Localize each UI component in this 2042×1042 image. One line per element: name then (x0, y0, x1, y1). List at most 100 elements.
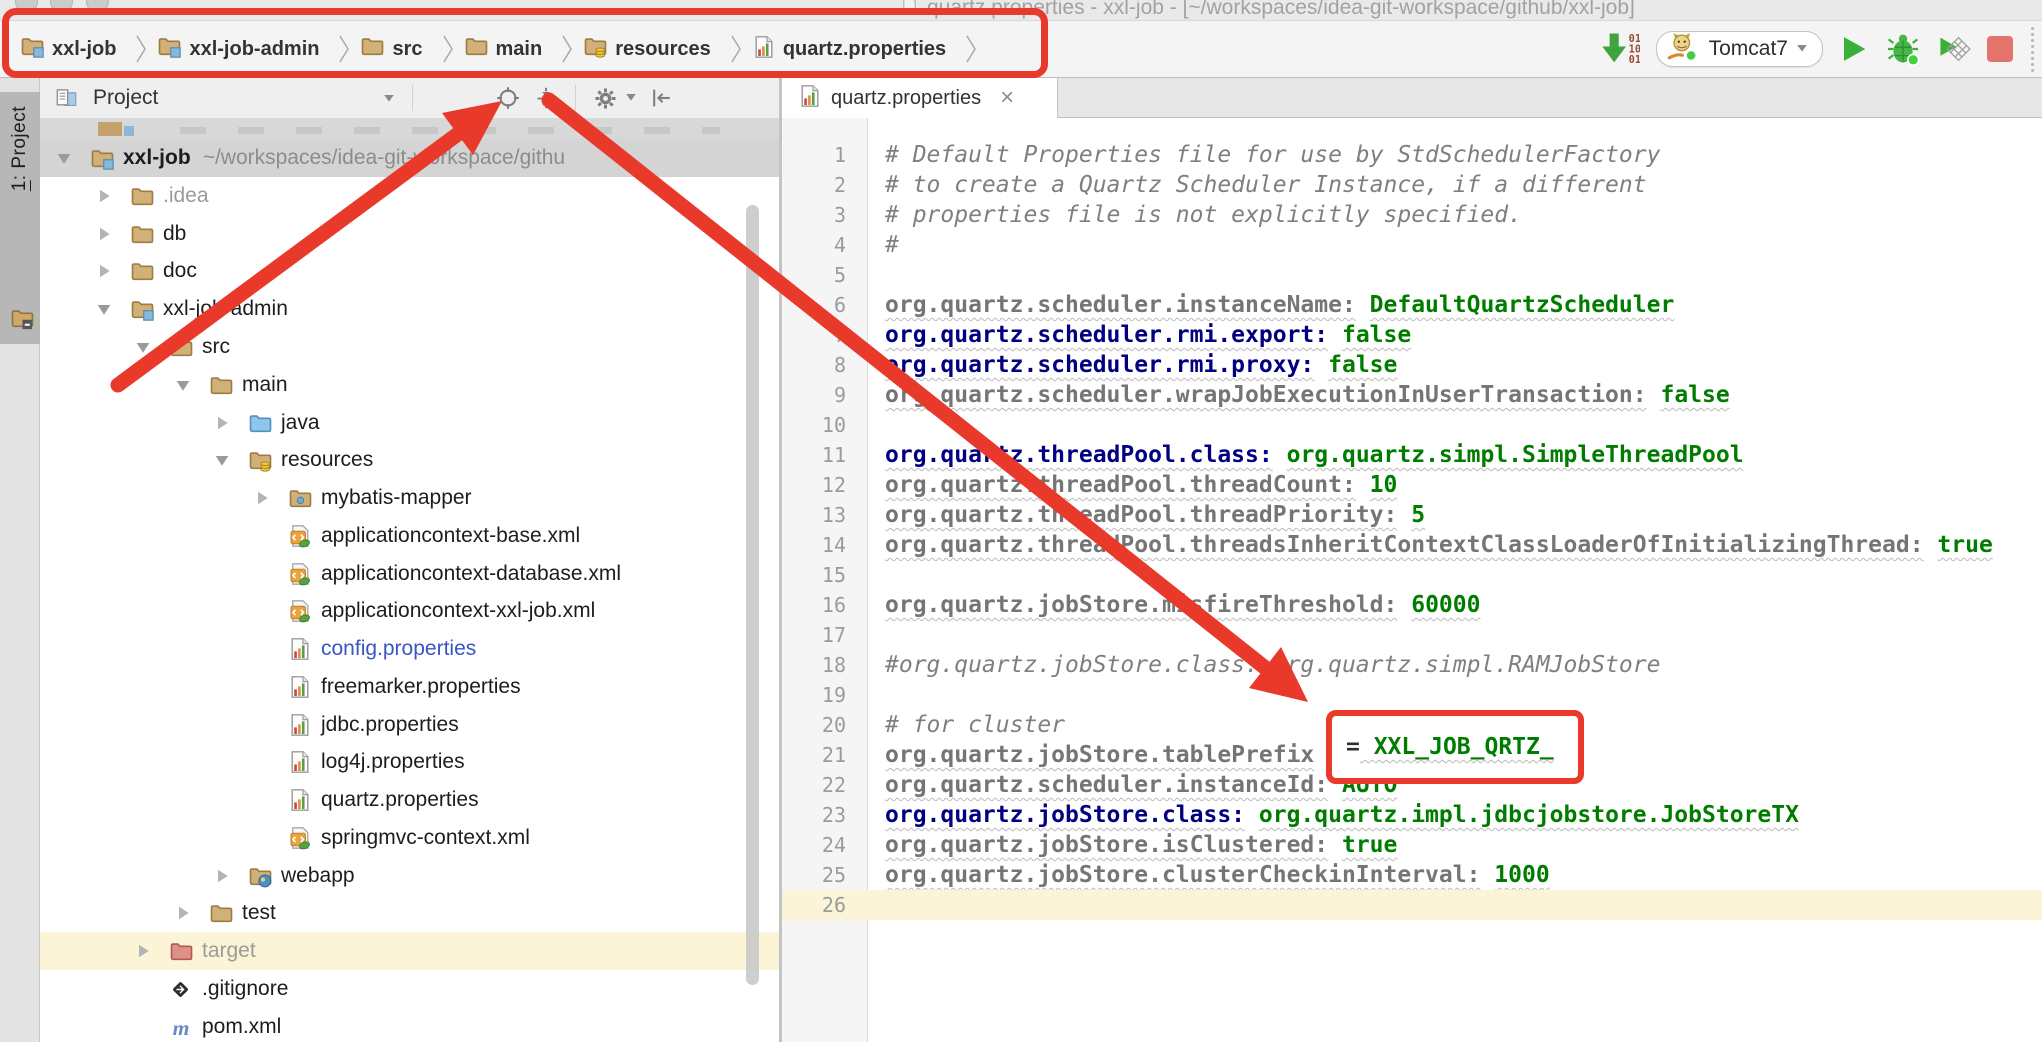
folder-icon (209, 894, 234, 932)
locate-file-button[interactable] (489, 86, 527, 110)
vcs-update-button[interactable]: 011001 (1599, 31, 1640, 68)
code-line-10[interactable]: 10 (782, 410, 2042, 440)
code-line-11[interactable]: 11org.quartz.threadPool.class: org.quart… (782, 440, 2042, 470)
hide-panel-button[interactable] (643, 86, 681, 110)
chevron-expanded-icon[interactable] (214, 441, 230, 479)
tree-item-java[interactable]: java (40, 404, 779, 442)
code-line-13[interactable]: 13org.quartz.threadPool.threadPriority: … (782, 500, 2042, 530)
tree-item-test[interactable]: test (40, 894, 779, 932)
tree-item-jdbc-properties[interactable]: jdbc.properties (40, 706, 779, 744)
tree-item-main[interactable]: main (40, 366, 779, 404)
stop-button[interactable] (1987, 36, 2013, 62)
tree-item-doc[interactable]: doc (40, 252, 779, 290)
code-line-25[interactable]: 25org.quartz.jobStore.clusterCheckinInte… (782, 860, 2042, 890)
line-number: 18 (782, 650, 846, 680)
folder-web-icon (248, 857, 273, 895)
tree-item-freemarker-properties[interactable]: freemarker.properties (40, 668, 779, 706)
run-button[interactable] (1839, 34, 1869, 64)
close-tab-icon[interactable]: × (1000, 88, 1014, 108)
code-line-14[interactable]: 14org.quartz.threadPool.threadsInheritCo… (782, 530, 2042, 560)
chevron-collapsed-icon[interactable] (96, 177, 112, 215)
tree-item-config-properties[interactable]: config.properties (40, 630, 779, 668)
code-line-7[interactable]: 7org.quartz.scheduler.rmi.export: false (782, 320, 2042, 350)
gear-icon[interactable] (586, 86, 625, 111)
code-line-4[interactable]: 4# (782, 230, 2042, 260)
tree-item-gitignore[interactable]: .gitignore (40, 970, 779, 1008)
tree-item-resources[interactable]: resources (40, 441, 779, 479)
tree-item-quartz-properties[interactable]: quartz.properties (40, 781, 779, 819)
tree-item-db[interactable]: db (40, 215, 779, 253)
folder-icon (209, 366, 234, 404)
tree-item-label: main (242, 373, 288, 397)
tree-item-xxl-job[interactable]: xxl-job~/workspaces/idea-git-workspace/g… (40, 139, 779, 177)
editor[interactable]: 1# Default Properties file for use by St… (782, 118, 2042, 1042)
tree-item-label: webapp (281, 864, 355, 888)
chevron-collapsed-icon[interactable] (214, 857, 230, 895)
line-number: 25 (782, 860, 846, 890)
annotation-box-breadcrumb (2, 8, 1048, 78)
tab-quartz-properties[interactable]: quartz.properties × (782, 78, 1058, 118)
line-number: 24 (782, 830, 846, 860)
tree-item-idea[interactable]: .idea (40, 177, 779, 215)
chevron-expanded-icon[interactable] (56, 139, 72, 177)
tree-item-log4j-properties[interactable]: log4j.properties (40, 743, 779, 781)
line-number: 9 (782, 380, 846, 410)
code-line-23[interactable]: 23org.quartz.jobStore.class: org.quartz.… (782, 800, 2042, 830)
code-line-6[interactable]: 6org.quartz.scheduler.instanceName: Defa… (782, 290, 2042, 320)
chevron-collapsed-icon[interactable] (135, 932, 151, 970)
code-line-24[interactable]: 24org.quartz.jobStore.isClustered: true (782, 830, 2042, 860)
toolbar-drag-handle[interactable] (2031, 27, 2034, 72)
debug-button[interactable] (1885, 31, 1921, 67)
project-scrollbar[interactable] (746, 205, 759, 985)
run-configuration-combo[interactable]: Tomcat7 (1656, 31, 1823, 67)
gear-dropdown-icon[interactable] (625, 89, 637, 107)
chevron-expanded-icon[interactable] (96, 290, 112, 328)
folder-icon (169, 328, 194, 366)
code-line-1[interactable]: 1# Default Properties file for use by St… (782, 140, 2042, 170)
tree-item-src[interactable]: src (40, 328, 779, 366)
tree-item-springmvc-context-xml[interactable]: springmvc-context.xml (40, 819, 779, 857)
code-line-16[interactable]: 16org.quartz.jobStore.misfireThreshold: … (782, 590, 2042, 620)
code-line-19[interactable]: 19 (782, 680, 2042, 710)
line-number: 14 (782, 530, 846, 560)
code-line-12[interactable]: 12org.quartz.threadPool.threadCount: 10 (782, 470, 2042, 500)
tree-item-target[interactable]: target (40, 932, 779, 970)
tree-item-applicationcontext-database-xml[interactable]: applicationcontext-database.xml (40, 555, 779, 593)
chevron-collapsed-icon[interactable] (96, 215, 112, 253)
code-line-17[interactable]: 17 (782, 620, 2042, 650)
project-tool-window-tab[interactable]: 1: Project (0, 92, 40, 344)
chevron-collapsed-icon[interactable] (254, 479, 270, 517)
code-line-15[interactable]: 15 (782, 560, 2042, 590)
code-line-5[interactable]: 5 (782, 260, 2042, 290)
line-number: 26 (782, 890, 846, 920)
tree-item-label: java (281, 411, 320, 435)
code-line-26[interactable]: 26 (782, 890, 2042, 920)
tree-item-xxl-job-admin[interactable]: xxl-job-admin (40, 290, 779, 328)
chevron-collapsed-icon[interactable] (175, 894, 191, 932)
file-spring-icon (288, 555, 312, 593)
line-number: 6 (782, 290, 846, 320)
folder-module-icon (130, 290, 155, 328)
chevron-collapsed-icon[interactable] (96, 252, 112, 290)
tree-item-label: applicationcontext-database.xml (321, 562, 621, 586)
chevron-collapsed-icon[interactable] (214, 404, 230, 442)
tree-item-applicationcontext-xxl-job-xml[interactable]: applicationcontext-xxl-job.xml (40, 592, 779, 630)
tree-item-mybatis-mapper[interactable]: mybatis-mapper (40, 479, 779, 517)
project-view-dropdown[interactable] (376, 93, 402, 103)
run-with-coverage-button[interactable] (1937, 32, 1971, 66)
code-line-3[interactable]: 3# properties file is not explicitly spe… (782, 200, 2042, 230)
tree-item-pom-xml[interactable]: mpom.xml (40, 1008, 779, 1042)
chevron-expanded-icon[interactable] (135, 328, 151, 366)
tree-item-applicationcontext-base-xml[interactable]: applicationcontext-base.xml (40, 517, 779, 555)
chevron-expanded-icon[interactable] (175, 366, 191, 404)
svg-text:01: 01 (1628, 54, 1639, 66)
file-properties-icon (288, 743, 312, 781)
collapse-all-button[interactable] (527, 86, 565, 110)
line-number: 15 (782, 560, 846, 590)
code-line-8[interactable]: 8org.quartz.scheduler.rmi.proxy: false (782, 350, 2042, 380)
code-line-9[interactable]: 9org.quartz.scheduler.wrapJobExecutionIn… (782, 380, 2042, 410)
code-line-18[interactable]: 18#org.quartz.jobStore.class: org.quartz… (782, 650, 2042, 680)
file-properties-icon (288, 668, 312, 706)
tree-item-webapp[interactable]: webapp (40, 857, 779, 895)
code-line-2[interactable]: 2# to create a Quartz Scheduler Instance… (782, 170, 2042, 200)
